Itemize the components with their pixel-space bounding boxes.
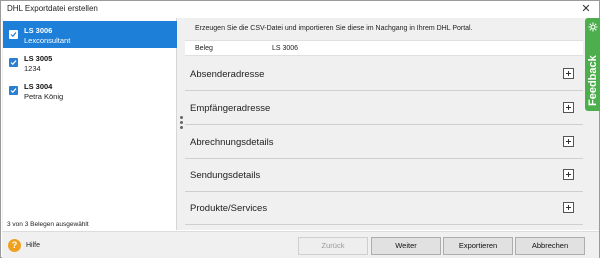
info-text: Erzeugen Sie die CSV-Datei und importier… bbox=[195, 25, 473, 32]
beleg-label: Beleg bbox=[195, 45, 213, 52]
feedback-label: Feedback bbox=[587, 55, 599, 106]
document-list: LS 3006 Lexconsultant LS 3005 1234 LS 30… bbox=[3, 18, 177, 230]
section-label: Empfängeradresse bbox=[190, 103, 271, 114]
section-label: Absenderadresse bbox=[190, 69, 265, 80]
help-link[interactable]: Hilfe bbox=[26, 242, 40, 249]
checkbox-icon[interactable] bbox=[9, 30, 18, 39]
panel-splitter[interactable] bbox=[178, 18, 185, 230]
feedback-tab[interactable]: Feedback bbox=[585, 18, 600, 111]
section-produkte-services[interactable]: Produkte/Services bbox=[185, 192, 583, 225]
list-item-subtitle: Lexconsultant bbox=[24, 36, 71, 45]
list-item[interactable]: LS 3004 Petra König bbox=[3, 77, 177, 104]
next-button[interactable]: Weiter bbox=[371, 237, 441, 255]
section-label: Sendungsdetails bbox=[190, 170, 261, 181]
beleg-value: LS 3006 bbox=[272, 45, 299, 52]
detail-panel: Erzeugen Sie die CSV-Datei und importier… bbox=[185, 18, 583, 230]
cancel-button[interactable]: Abbrechen bbox=[515, 237, 585, 255]
section-abrechnungsdetails[interactable]: Abrechnungsdetails bbox=[185, 126, 583, 159]
dialog-body: LS 3006 Lexconsultant LS 3005 1234 LS 30… bbox=[2, 18, 599, 230]
window-title: DHL Exportdatei erstellen bbox=[7, 4, 98, 13]
back-button[interactable]: Zurück bbox=[298, 237, 368, 255]
expand-icon[interactable] bbox=[563, 68, 574, 79]
export-dialog: DHL Exportdatei erstellen ✕ LS 3006 Lexc… bbox=[0, 0, 600, 258]
expand-icon[interactable] bbox=[563, 136, 574, 147]
drag-handle-icon[interactable] bbox=[180, 116, 183, 131]
selection-count: 3 von 3 Belegen ausgewählt bbox=[7, 221, 89, 228]
checkbox-icon[interactable] bbox=[9, 86, 18, 95]
list-item-subtitle: Petra König bbox=[24, 92, 64, 101]
title-bar: DHL Exportdatei erstellen ✕ bbox=[1, 1, 599, 17]
list-item[interactable]: LS 3005 1234 bbox=[3, 49, 177, 76]
section-sendungsdetails[interactable]: Sendungsdetails bbox=[185, 159, 583, 192]
help-icon[interactable]: ? bbox=[8, 239, 21, 252]
section-empfaengeradresse[interactable]: Empfängeradresse bbox=[185, 92, 583, 125]
dialog-footer: ? Hilfe Zurück Weiter Exportieren Abbrec… bbox=[2, 231, 599, 258]
checkbox-icon[interactable] bbox=[9, 58, 18, 67]
expand-icon[interactable] bbox=[563, 169, 574, 180]
list-item-subtitle: 1234 bbox=[24, 64, 41, 73]
export-button[interactable]: Exportieren bbox=[443, 237, 513, 255]
list-item[interactable]: LS 3006 Lexconsultant bbox=[3, 21, 177, 48]
list-item-title: LS 3004 bbox=[24, 82, 53, 91]
expand-icon[interactable] bbox=[563, 202, 574, 213]
feedback-icon bbox=[588, 22, 598, 32]
list-item-title: LS 3006 bbox=[24, 26, 53, 35]
expand-icon[interactable] bbox=[563, 102, 574, 113]
section-label: Produkte/Services bbox=[190, 203, 268, 214]
beleg-row: Beleg LS 3006 bbox=[185, 40, 583, 56]
section-absenderadresse[interactable]: Absenderadresse bbox=[185, 58, 583, 91]
list-item-title: LS 3005 bbox=[24, 54, 53, 63]
close-button[interactable]: ✕ bbox=[579, 2, 593, 16]
section-label: Abrechnungsdetails bbox=[190, 137, 274, 148]
